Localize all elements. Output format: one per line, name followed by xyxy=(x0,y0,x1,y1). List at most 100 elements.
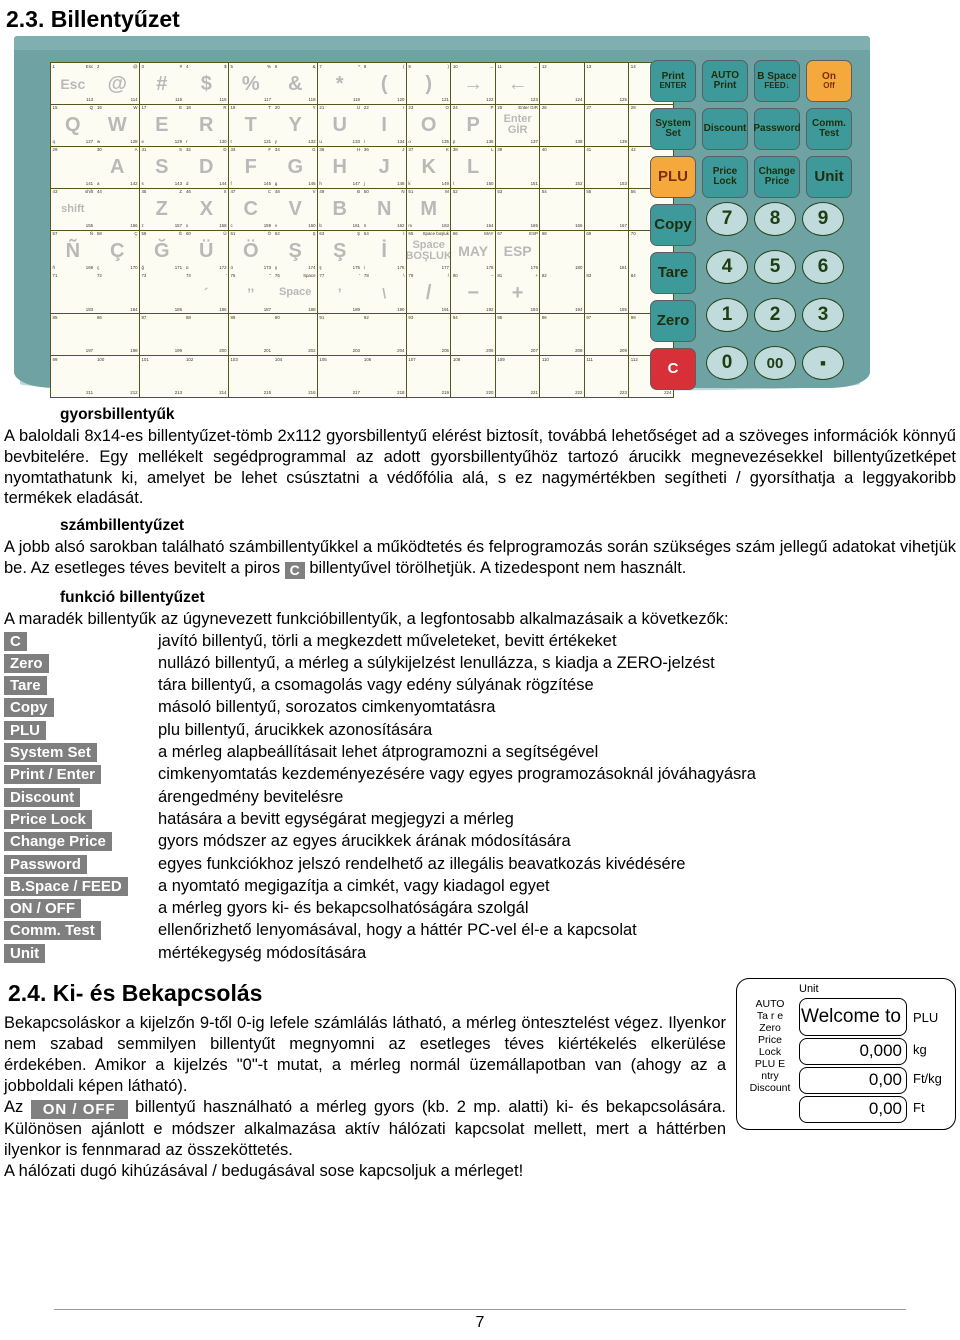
matrix-key[interactable]: 49 Bb 161 B xyxy=(317,188,362,230)
matrix-key[interactable]: 85 197 xyxy=(51,314,95,356)
matrix-key[interactable]: 88 200 xyxy=(184,314,229,356)
matrix-key[interactable]: 31 Ss 143 S xyxy=(139,146,184,188)
matrix-key[interactable]: 93 205 xyxy=(406,314,451,356)
matrix-key[interactable]: 89 201 xyxy=(228,314,273,356)
matrix-key[interactable]: 80 − 192 − xyxy=(451,272,495,314)
matrix-key[interactable]: 102 214 xyxy=(184,356,229,398)
matrix-key[interactable]: 63 Şş 175 Ş xyxy=(317,230,362,272)
matrix-key[interactable]: 21 Uu 133 U xyxy=(317,104,362,146)
fnkey-zero[interactable]: Zero xyxy=(650,300,696,342)
matrix-key[interactable]: 109 221 xyxy=(495,356,540,398)
matrix-key[interactable]: 71 183 xyxy=(51,272,95,314)
matrix-key[interactable]: 8 (120 ( xyxy=(362,63,406,104)
matrix-key[interactable]: 53 165 xyxy=(495,188,540,230)
matrix-key[interactable]: 2 @114 @ xyxy=(95,63,140,104)
matrix-key[interactable]: 38 Ll 150 L xyxy=(451,146,495,188)
matrix-key[interactable]: 68 180 xyxy=(540,230,584,272)
matrix-key[interactable]: 57 Ññ 169 Ñ xyxy=(51,230,95,272)
matrix-key[interactable]: 62 Şş 174 Ş xyxy=(273,230,318,272)
matrix-key[interactable]: 79 / 191 / xyxy=(406,272,451,314)
fnkey-auto-print[interactable]: AUTO Print xyxy=(702,60,748,102)
fnkey-password[interactable]: Password xyxy=(753,108,801,150)
matrix-key[interactable]: 16 Ww 128 W xyxy=(95,104,140,146)
fnkey-price-lock[interactable]: Price Lock xyxy=(702,156,748,198)
matrix-key[interactable]: 66 MAY 178 MAY xyxy=(451,230,495,272)
matrix-key[interactable]: 37 Kk 149 K xyxy=(406,146,451,188)
matrix-key[interactable]: 54 166 xyxy=(540,188,584,230)
matrix-key[interactable]: 13 125 xyxy=(584,63,629,104)
matrix-key[interactable]: 22 Ii 134 I xyxy=(362,104,406,146)
matrix-key[interactable]: 34 Gg 146 G xyxy=(273,146,318,188)
matrix-key[interactable]: 92 204 xyxy=(362,314,406,356)
numkey-9[interactable]: 9 xyxy=(802,202,844,236)
matrix-key[interactable]: 76 Space 188 Space xyxy=(273,272,318,314)
fnkey-discount[interactable]: Discount xyxy=(702,108,748,150)
fnkey-system-set[interactable]: System Set xyxy=(650,108,696,150)
matrix-key[interactable]: 94 206 xyxy=(451,314,495,356)
matrix-key[interactable]: 72 184 xyxy=(95,272,140,314)
matrix-key[interactable]: 67 ESP 179 ESP xyxy=(495,230,540,272)
matrix-key[interactable]: 95 207 xyxy=(495,314,540,356)
matrix-key[interactable]: 100 212 xyxy=(95,356,140,398)
matrix-key[interactable]: 24 Pp 136 P xyxy=(451,104,495,146)
matrix-key[interactable]: 35 Hh 147 H xyxy=(317,146,362,188)
matrix-key[interactable]: 30 Aa 142 A xyxy=(95,146,140,188)
matrix-key[interactable]: 46 Xx 158 X xyxy=(184,188,229,230)
matrix-key[interactable]: 78 \ 190 \ xyxy=(362,272,406,314)
matrix-key[interactable]: 73 185 xyxy=(139,272,184,314)
matrix-key[interactable]: 60 Üü 172 Ü xyxy=(184,230,229,272)
matrix-key[interactable]: 26 138 xyxy=(540,104,584,146)
fnkey-tare[interactable]: Tare xyxy=(650,252,696,294)
matrix-key[interactable]: 86 198 xyxy=(95,314,140,356)
matrix-key[interactable]: 77 ' 189 ’ xyxy=(317,272,362,314)
matrix-key[interactable]: 55 167 xyxy=(584,188,629,230)
matrix-key[interactable]: 50 Nn 162 N xyxy=(362,188,406,230)
matrix-key[interactable]: 7 * 119 * xyxy=(317,63,362,104)
matrix-key[interactable]: 87 199 xyxy=(139,314,184,356)
matrix-key[interactable]: 111 223 xyxy=(584,356,629,398)
fnkey-copy[interactable]: Copy xyxy=(650,204,696,246)
numkey-dot[interactable]: ■ xyxy=(802,346,844,380)
matrix-key[interactable]: 36 Jj 148 J xyxy=(362,146,406,188)
matrix-key[interactable]: 82 194 xyxy=(540,272,584,314)
matrix-key[interactable]: 107 219 xyxy=(406,356,451,398)
numkey-2[interactable]: 2 xyxy=(754,298,796,332)
matrix-key[interactable]: 74 ' 186 ´ xyxy=(184,272,229,314)
fnkey-plu[interactable]: PLU xyxy=(650,156,696,198)
matrix-key[interactable]: 11 ← 123 ← xyxy=(495,63,540,104)
fnkey-clear[interactable]: C xyxy=(650,348,696,390)
matrix-key[interactable]: 108 220 xyxy=(451,356,495,398)
matrix-key[interactable]: 97 209 xyxy=(584,314,629,356)
matrix-key[interactable]: 10 → 122 → xyxy=(451,63,495,104)
matrix-key[interactable]: 33 Ff 145 F xyxy=(228,146,273,188)
matrix-key[interactable]: 15 Qq 127 Q xyxy=(51,104,95,146)
fnkey-unit[interactable]: Unit xyxy=(806,156,852,198)
matrix-key[interactable]: 12 124 xyxy=(540,63,584,104)
numkey-00[interactable]: 00 xyxy=(754,346,796,380)
matrix-key[interactable]: 58 Çç 170 Ç xyxy=(95,230,140,272)
matrix-key[interactable]: 20 Yy 132 Y xyxy=(273,104,318,146)
matrix-key[interactable]: 96 208 xyxy=(540,314,584,356)
numkey-5[interactable]: 5 xyxy=(754,250,796,284)
matrix-key[interactable]: 18 Rr 130 R xyxy=(184,104,229,146)
matrix-key[interactable]: 81 +193 + xyxy=(495,272,540,314)
matrix-key[interactable]: 40 152 xyxy=(540,146,584,188)
fnkey-print-enter[interactable]: Print ENTER xyxy=(650,60,696,102)
matrix-key[interactable]: 29 141 xyxy=(51,146,95,188)
matrix-key[interactable]: 51 Mm 163 M xyxy=(406,188,451,230)
matrix-key[interactable]: 6 & 118 & xyxy=(273,63,318,104)
matrix-key[interactable]: 41 153 xyxy=(584,146,629,188)
matrix-key[interactable]: 83 195 xyxy=(584,272,629,314)
matrix-key[interactable]: 61 Öö 173 Ö xyxy=(228,230,273,272)
matrix-key[interactable]: 52 164 xyxy=(451,188,495,230)
matrix-key[interactable]: 3 #115 # xyxy=(139,63,184,104)
matrix-key[interactable]: 105 217 xyxy=(317,356,362,398)
matrix-key[interactable]: 1 Esc 113 Esc xyxy=(51,63,95,104)
matrix-key[interactable]: 64 İi 176 İ xyxy=(362,230,406,272)
numkey-3[interactable]: 3 xyxy=(802,298,844,332)
matrix-key[interactable]: 23 Oo 135 O xyxy=(406,104,451,146)
numkey-7[interactable]: 7 xyxy=(706,202,748,236)
matrix-key[interactable]: 106 218 xyxy=(362,356,406,398)
matrix-key[interactable]: 39 151 xyxy=(495,146,540,188)
matrix-key[interactable]: 110 222 xyxy=(540,356,584,398)
